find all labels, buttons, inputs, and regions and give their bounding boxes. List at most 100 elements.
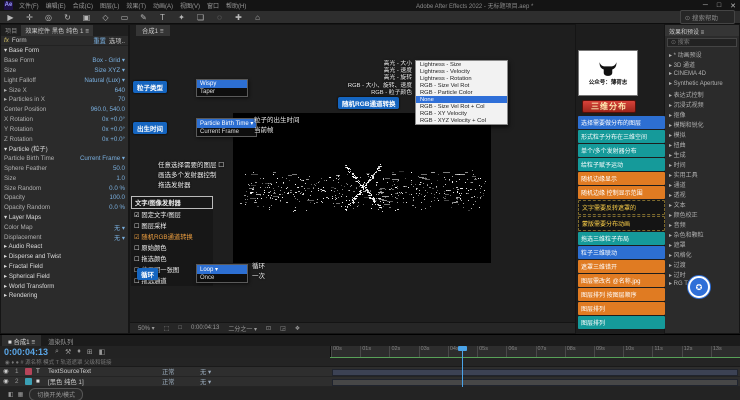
property-row[interactable]: ▾ Particle (粒子) (1, 144, 128, 154)
effects-category[interactable]: ▸ 表达式控制 (665, 89, 739, 99)
layer-parent-select[interactable]: 无 ▾ (200, 367, 211, 376)
property-value[interactable]: 0x +0.0° (102, 126, 125, 133)
visibility-eye-icon[interactable]: ◉ (3, 378, 11, 385)
effects-category[interactable]: ▸ 文本 (665, 199, 739, 209)
effects-category[interactable]: ▸ 3D 通道 (665, 59, 739, 69)
footer-icon-button[interactable]: ▦ (18, 391, 24, 398)
property-row[interactable]: ▸ Fractal Field (1, 262, 128, 272)
window-control-button[interactable]: □ (717, 2, 721, 10)
menu-item[interactable]: 窗口 (207, 1, 219, 10)
property-row[interactable]: Sphere Feather 50.0 (1, 164, 128, 174)
tool-icon[interactable]: ❏ (195, 13, 206, 22)
viewer-control[interactable]: □ (178, 325, 182, 331)
dropdown-item[interactable]: RGB - XYZ Velocity + Col (416, 117, 507, 124)
property-value[interactable]: Size XYZ ▾ (94, 67, 125, 74)
viewer-control[interactable]: ⊡ (266, 325, 271, 332)
property-value[interactable]: 无 ▾ (114, 233, 125, 242)
property-row[interactable]: Opacity 100.0 (1, 193, 128, 203)
layer-label-color-chip[interactable] (25, 378, 32, 385)
menu-item[interactable]: 文件(F) (19, 1, 39, 10)
property-row[interactable]: Base Form Box - Grid ▾ (1, 56, 128, 66)
viewer-control[interactable]: ◲ (280, 325, 286, 332)
tool-icon[interactable]: ▭ (119, 13, 130, 22)
effects-category[interactable]: ▸ 扭曲 (665, 139, 739, 149)
property-value[interactable]: 70 (118, 96, 125, 103)
dropdown-item[interactable]: RGB - Size Vel Rot + Col (416, 103, 507, 110)
reset-link[interactable]: 重置 (93, 36, 106, 45)
viewer-control[interactable]: 0:00:04:13 (191, 325, 219, 331)
composition-tab[interactable]: 合成1 ≡ (136, 25, 170, 36)
effects-category[interactable]: ▸ * 动画预设 (665, 49, 739, 59)
popup-item[interactable]: Loop ▾ (197, 265, 247, 274)
property-row[interactable]: Light Falloff Natural (Lux) ▾ (1, 75, 128, 85)
layer-name[interactable]: [黑色 纯色 1] (48, 377, 158, 386)
property-value[interactable]: 50.0 (113, 165, 125, 172)
property-row[interactable]: Size Random 0.0 % (1, 183, 128, 193)
property-row[interactable]: Center Position 960.0, 540.0 (1, 105, 128, 115)
effects-category[interactable]: ▸ 模糊和锐化 (665, 119, 739, 129)
tool-icon[interactable]: ✎ (138, 13, 149, 22)
tool-icon[interactable]: ◌ (214, 13, 225, 22)
property-value[interactable]: 无 ▾ (114, 223, 125, 232)
menu-item[interactable]: 合成(C) (73, 1, 93, 10)
effects-presets-tab[interactable]: 效果和预设 ≡ (665, 25, 739, 36)
property-value[interactable]: 0.0 % (109, 204, 125, 211)
popup-item[interactable]: Particle Birth Time ▾ (197, 119, 256, 128)
panel-tab[interactable]: 效果控件 黑色 纯色 1 ≡ (21, 25, 92, 36)
viewer-control[interactable]: ⬚ (164, 325, 170, 332)
effects-category[interactable]: ▸ 遮罩 (665, 239, 739, 249)
viewer-control[interactable]: 二分之一 ▾ (228, 324, 257, 333)
property-value[interactable]: Box - Grid ▾ (92, 57, 125, 64)
tool-icon[interactable]: T (157, 13, 168, 22)
popup-item[interactable]: Current Frame (197, 128, 256, 136)
property-value[interactable]: 640 (115, 87, 125, 94)
property-row[interactable]: ▾ Layer Maps (1, 213, 128, 223)
effects-category[interactable]: ▸ 通道 (665, 179, 739, 189)
timeline-icon-button[interactable]: ⚒ (65, 348, 71, 356)
property-row[interactable]: ▸ Spherical Field (1, 271, 128, 281)
effects-category[interactable]: ▸ 颜色校正 (665, 209, 739, 219)
property-row[interactable]: ▸ World Transform (1, 281, 128, 291)
property-value[interactable]: 0x +0.0° (102, 116, 125, 123)
layer-parent-select[interactable]: 无 ▾ (200, 377, 211, 386)
effects-search-input[interactable]: ⊙ 搜索 (667, 38, 737, 47)
overlay-checkbox-row[interactable]: ☑ 固定文字/图层 (131, 209, 213, 220)
property-row[interactable]: Displacement 无 ▾ (1, 232, 128, 242)
overlay-checkbox-row[interactable]: ☐ 图层采样 (131, 220, 213, 231)
effects-category[interactable]: ▸ 模拟 (665, 129, 739, 139)
footer-icon-button[interactable]: ◧ (8, 391, 14, 398)
layer-blend-mode[interactable]: 正常 (162, 377, 196, 386)
visibility-eye-icon[interactable]: ◉ (3, 368, 11, 375)
layer-blend-mode[interactable]: 正常 (162, 367, 196, 376)
property-row[interactable]: ▸ Particles in X 70 (1, 95, 128, 105)
property-row[interactable]: Y Rotation 0x +0.0° (1, 124, 128, 134)
property-row[interactable]: ▾ Base Form (1, 46, 128, 56)
playhead-handle[interactable] (458, 346, 467, 351)
menu-item[interactable]: 图层(L) (100, 1, 119, 10)
timeline-icon-button[interactable]: ♦ (77, 348, 81, 356)
menu-item[interactable]: 视图(V) (180, 1, 200, 10)
toggle-switches-modes-button[interactable]: 切换开关/模式 (29, 388, 83, 400)
effects-category[interactable]: ▸ 风格化 (665, 249, 739, 259)
window-control-button[interactable]: ✕ (730, 2, 736, 10)
viewer-control[interactable]: ❖ (295, 325, 300, 332)
timeline-icon-button[interactable]: ◧ (99, 348, 106, 356)
dropdown-item[interactable]: Lightness - Size (416, 61, 507, 68)
effects-category[interactable]: ▸ Synthetic Aperture (665, 79, 739, 89)
property-row[interactable]: Size Size XYZ ▾ (1, 66, 128, 76)
property-value[interactable]: 100.0 (110, 194, 125, 201)
layer-duration-bar[interactable] (332, 369, 738, 376)
property-value[interactable]: Current Frame ▾ (80, 155, 125, 162)
timeline-icon-button[interactable]: ⌕ (55, 348, 59, 356)
property-row[interactable]: Opacity Random 0.0 % (1, 203, 128, 213)
menu-item[interactable]: 动画(A) (153, 1, 173, 10)
overlay-checkbox-row[interactable]: ☐ 拖选颜色 (131, 253, 213, 264)
property-value[interactable]: Natural (Lux) ▾ (84, 77, 125, 84)
menu-item[interactable]: 编辑(E) (46, 1, 66, 10)
current-timecode[interactable]: 0:00:04:13 (4, 347, 48, 357)
layer-label-color-chip[interactable] (25, 368, 32, 375)
window-control-button[interactable]: ─ (703, 2, 708, 10)
layer-name[interactable]: TextSourceText (48, 368, 158, 375)
effects-category[interactable]: ▸ 时间 (665, 159, 739, 169)
tool-icon[interactable]: ◎ (43, 13, 54, 22)
